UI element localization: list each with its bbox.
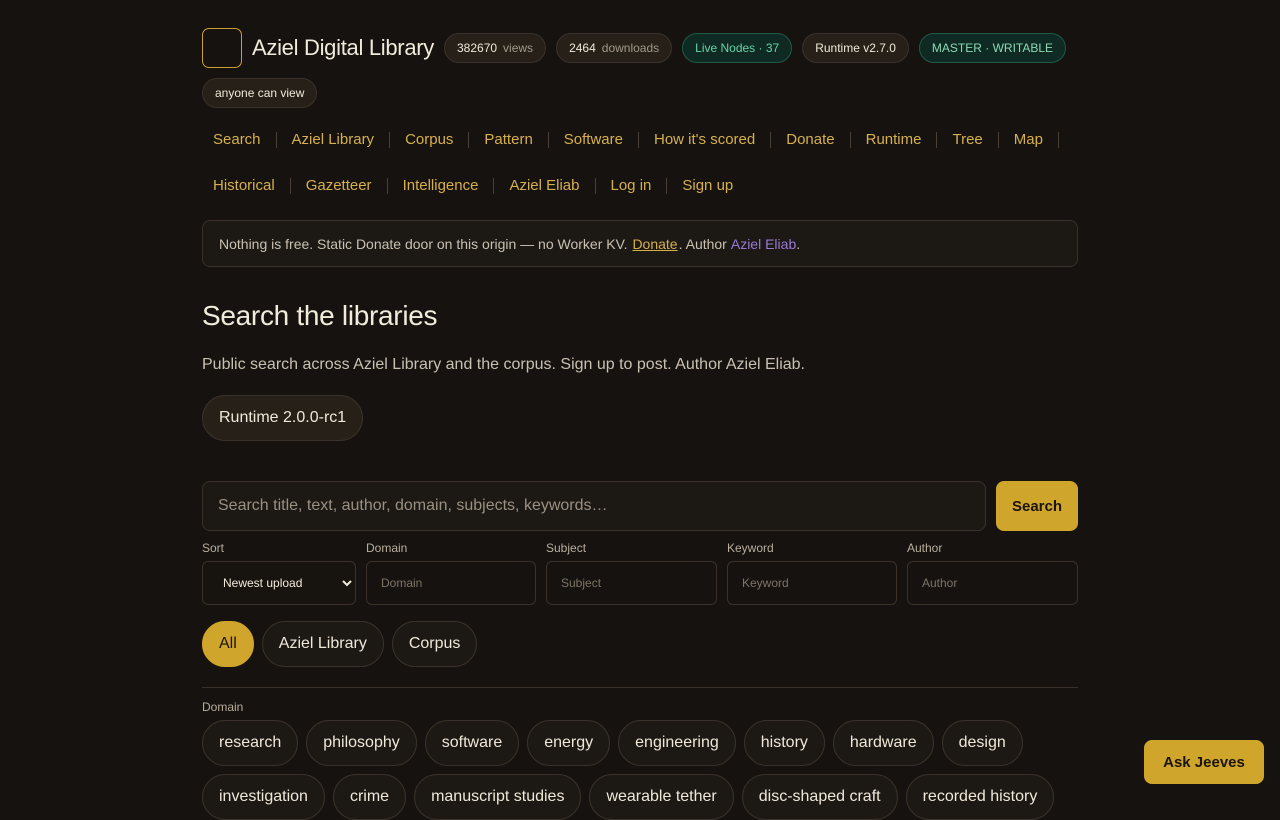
nav-divider bbox=[275, 132, 277, 148]
brand-title[interactable]: Aziel Digital Library bbox=[252, 35, 434, 61]
domain-tag[interactable]: wearable tether bbox=[589, 774, 734, 820]
domain-tag[interactable]: software bbox=[424, 720, 520, 766]
visibility-badge: anyone can view bbox=[202, 78, 318, 108]
author-field: Author bbox=[907, 541, 1078, 605]
domain-tags-label: Domain bbox=[202, 700, 244, 714]
nav-divider bbox=[493, 178, 495, 194]
keyword-input[interactable] bbox=[727, 561, 897, 605]
nav-divider bbox=[386, 178, 388, 194]
views-badge: 382670 views bbox=[444, 33, 547, 63]
header-bar: Aziel Digital Library 382670 views 2464 do… bbox=[202, 27, 1067, 69]
nav-divider bbox=[666, 178, 668, 194]
nav-divider bbox=[389, 132, 391, 148]
nav-divider bbox=[997, 132, 999, 148]
downloads-badge: 2464 downloads bbox=[556, 33, 673, 63]
nav-intelligence[interactable]: Intelligence bbox=[392, 174, 490, 198]
subject-field: Subject bbox=[546, 541, 717, 605]
domain-input[interactable] bbox=[366, 561, 536, 605]
domain-tag[interactable]: hardware bbox=[832, 720, 934, 766]
nav-row-2: Historical Gazetteer Intelligence Aziel … bbox=[202, 174, 1078, 198]
domain-tag[interactable]: philosophy bbox=[306, 720, 417, 766]
domain-tag[interactable]: recorded history bbox=[905, 774, 1055, 820]
nav-corpus[interactable]: Corpus bbox=[394, 128, 464, 152]
nav-aziel-library[interactable]: Aziel Library bbox=[281, 128, 386, 152]
domain-tag[interactable]: history bbox=[743, 720, 825, 766]
sort-field: Sort Newest upload bbox=[202, 541, 356, 605]
author-input[interactable] bbox=[907, 561, 1078, 605]
search-input[interactable] bbox=[202, 481, 986, 531]
filters: Sort Newest upload Domain Subject Keywor… bbox=[202, 541, 1078, 605]
domain-field: Domain bbox=[366, 541, 536, 605]
domain-tag[interactable]: crime bbox=[332, 774, 407, 820]
views-label: views bbox=[503, 41, 534, 55]
scope-all[interactable]: All bbox=[202, 621, 254, 667]
author-label: Author bbox=[907, 541, 943, 555]
nav-historical[interactable]: Historical bbox=[202, 174, 286, 198]
domain-tag[interactable]: manuscript studies bbox=[414, 774, 582, 820]
notice-banner: Nothing is free. Static Donate door on t… bbox=[202, 220, 1078, 267]
nav-aziel-eliab[interactable]: Aziel Eliab bbox=[498, 174, 590, 198]
nav-divider bbox=[638, 132, 639, 148]
divider bbox=[202, 687, 1078, 688]
nav-divider bbox=[770, 132, 772, 148]
notice-author-link[interactable]: Aziel Eliab bbox=[731, 236, 796, 252]
domain-tag[interactable]: disc-shaped craft bbox=[741, 774, 898, 820]
domain-tags: research philosophy software energy engi… bbox=[202, 720, 1078, 820]
page-title: Search the libraries bbox=[202, 300, 438, 331]
mode-badge: MASTER · WRITABLE bbox=[918, 33, 1067, 63]
scope-aziel-library[interactable]: Aziel Library bbox=[261, 621, 384, 667]
domain-tag[interactable]: research bbox=[202, 720, 299, 766]
nav-log-in[interactable]: Log in bbox=[600, 174, 663, 198]
nav-donate[interactable]: Donate bbox=[775, 128, 845, 152]
nav-divider bbox=[594, 178, 596, 194]
logo-icon[interactable] bbox=[202, 28, 242, 68]
scope-filter: All Aziel Library Corpus bbox=[202, 621, 478, 667]
nav-search[interactable]: Search bbox=[202, 128, 272, 152]
downloads-label: downloads bbox=[601, 41, 660, 55]
subject-label: Subject bbox=[546, 541, 587, 555]
nav-divider bbox=[468, 132, 470, 148]
nav-map[interactable]: Map bbox=[1003, 128, 1054, 152]
nav-row-1: Search Aziel Library Corpus Pattern Soft… bbox=[202, 128, 1078, 152]
nav-divider bbox=[849, 132, 851, 148]
nav-divider bbox=[547, 132, 549, 148]
nav-software[interactable]: Software bbox=[553, 128, 634, 152]
domain-tag[interactable]: design bbox=[941, 720, 1023, 766]
live-nodes-badge[interactable]: Live Nodes · 37 bbox=[682, 33, 793, 63]
runtime-chip[interactable]: Runtime 2.0.0-rc1 bbox=[202, 395, 364, 441]
ask-jeeves-button[interactable]: Ask Jeeves bbox=[1144, 740, 1264, 784]
downloads-count: 2464 bbox=[569, 41, 596, 55]
nav-gazetteer[interactable]: Gazetteer bbox=[295, 174, 383, 198]
nav-divider bbox=[1057, 132, 1059, 148]
domain-tag[interactable]: engineering bbox=[618, 720, 736, 766]
notice-end: . bbox=[796, 235, 801, 252]
nav-divider bbox=[936, 132, 938, 148]
nav-runtime[interactable]: Runtime bbox=[855, 128, 933, 152]
runtime-badge[interactable]: Runtime v2.7.0 bbox=[802, 33, 909, 63]
domain-label: Domain bbox=[366, 541, 408, 555]
nav-sign-up[interactable]: Sign up bbox=[671, 174, 744, 198]
page-lede: Public search across Aziel Library and t… bbox=[202, 356, 805, 373]
notice-donate-link[interactable]: Donate bbox=[632, 236, 677, 252]
sort-label: Sort bbox=[202, 541, 225, 555]
nav-divider bbox=[289, 178, 291, 194]
subject-input[interactable] bbox=[546, 561, 717, 605]
sort-select[interactable]: Newest upload bbox=[202, 561, 356, 605]
keyword-field: Keyword bbox=[727, 541, 897, 605]
domain-tag[interactable]: investigation bbox=[202, 774, 325, 820]
keyword-label: Keyword bbox=[727, 541, 774, 555]
nav-tree[interactable]: Tree bbox=[941, 128, 993, 152]
search-button[interactable]: Search bbox=[996, 481, 1078, 531]
nav-how-its-scored[interactable]: How it's scored bbox=[643, 128, 766, 152]
scope-corpus[interactable]: Corpus bbox=[391, 621, 478, 667]
views-count: 382670 bbox=[457, 41, 498, 55]
domain-tag[interactable]: energy bbox=[527, 720, 611, 766]
notice-author-prefix: . Author bbox=[678, 235, 727, 252]
notice-text: Nothing is free. Static Donate door on t… bbox=[219, 235, 628, 252]
nav-pattern[interactable]: Pattern bbox=[473, 128, 543, 152]
